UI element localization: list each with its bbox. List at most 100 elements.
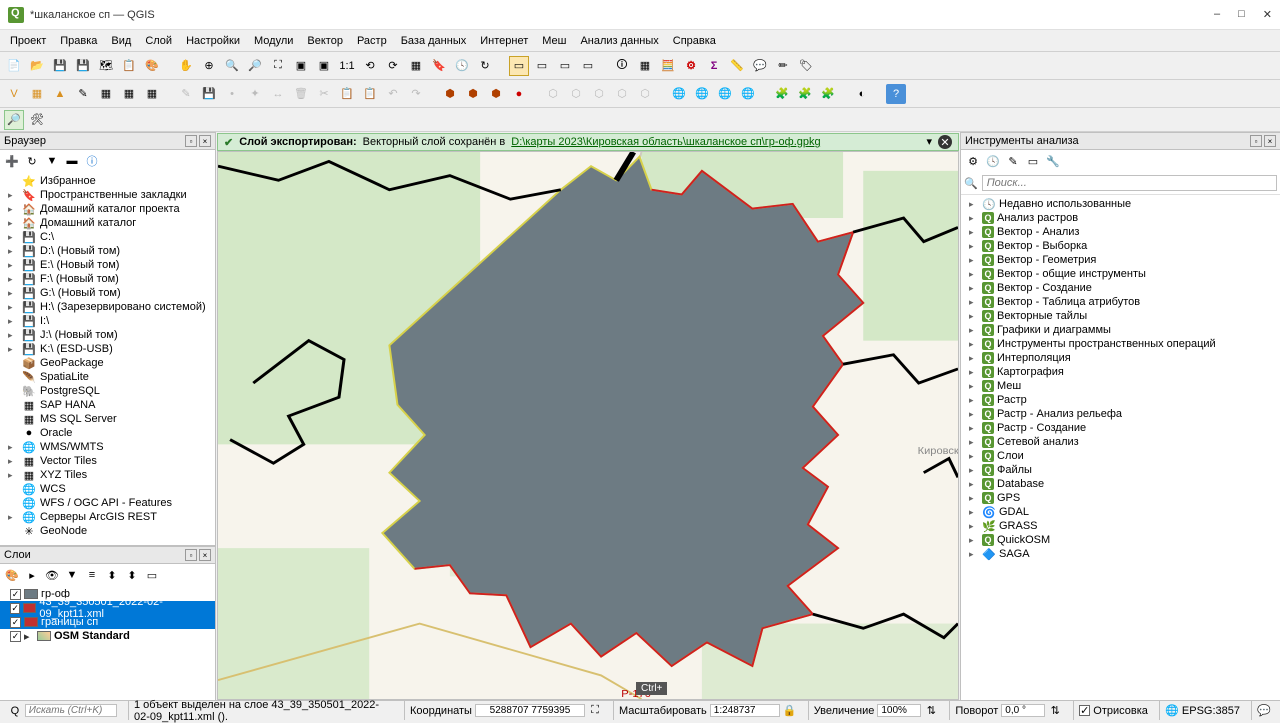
proc-history-icon[interactable]: 🕓 [985, 153, 1001, 169]
pan-selection-icon[interactable]: ⊕ [199, 56, 219, 76]
zoom-last-icon[interactable]: ⟲ [360, 56, 380, 76]
plugin-3-icon[interactable]: ⬢ [486, 84, 506, 104]
copy-icon[interactable]: 📋 [337, 84, 357, 104]
map-tips-icon[interactable]: 💬 [750, 56, 770, 76]
props-icon[interactable]: ⓘ [84, 153, 100, 169]
undock-icon[interactable]: ▫ [185, 135, 197, 147]
layer-style-icon[interactable]: 🎨 [4, 567, 20, 583]
temporal-icon[interactable]: 🕓 [452, 56, 472, 76]
stats-icon[interactable]: Σ [704, 56, 724, 76]
help-icon[interactable]: ? [886, 84, 906, 104]
zoom-out-icon[interactable]: 🔎 [245, 56, 265, 76]
scale-input[interactable] [710, 704, 780, 717]
processing-item[interactable]: ▸QРастр [961, 393, 1280, 407]
new-view-icon[interactable]: ▦ [406, 56, 426, 76]
browser-item[interactable]: ▦SAP HANA [0, 398, 215, 412]
browser-item[interactable]: ▸💾H:\ (Зарезервировано системой) [0, 300, 215, 314]
processing-item[interactable]: ▸QQuickOSM [961, 533, 1280, 547]
new-project-icon[interactable]: 📄 [4, 56, 24, 76]
browser-item[interactable]: 🌐WCS [0, 482, 215, 496]
processing-item[interactable]: ▸QИнструменты пространственных операций [961, 337, 1280, 351]
zoom-input[interactable] [877, 704, 921, 717]
browser-item[interactable]: ⭐Избранное [0, 174, 215, 188]
zoom-native-icon[interactable]: 1:1 [337, 56, 357, 76]
coord-input[interactable] [475, 704, 585, 717]
minimize-button[interactable]: – [1214, 8, 1220, 21]
open-project-icon[interactable]: 📂 [27, 56, 47, 76]
processing-item[interactable]: ▸QСетевой анализ [961, 435, 1280, 449]
processing-search-input[interactable] [982, 175, 1277, 191]
close-panel-icon[interactable]: × [199, 135, 211, 147]
add-vector-icon[interactable]: V [4, 84, 24, 104]
zoom-spinner-icon[interactable]: ⇅ [924, 704, 938, 718]
processing-item[interactable]: ▸QФайлы [961, 463, 1280, 477]
save-as-icon[interactable]: 💾 [73, 56, 93, 76]
menu-проект[interactable]: Проект [4, 33, 52, 49]
proc-edit-icon[interactable]: ✎ [1005, 153, 1021, 169]
web-1-icon[interactable]: 🌐 [669, 84, 689, 104]
filter-browser-icon[interactable]: ▼ [44, 153, 60, 169]
processing-item[interactable]: ▸QРастр - Создание [961, 421, 1280, 435]
processing-item[interactable]: ▸QИнтерполяция [961, 351, 1280, 365]
processing-item[interactable]: ▸QВектор - Анализ [961, 225, 1280, 239]
edit-toggle-icon[interactable]: ✎ [176, 84, 196, 104]
menu-вид[interactable]: Вид [105, 33, 137, 49]
maximize-button[interactable]: □ [1238, 8, 1245, 21]
select-value-icon[interactable]: ▭ [532, 56, 552, 76]
label-icon[interactable]: 🏷 [796, 56, 816, 76]
browser-item[interactable]: ▸💾J:\ (Новый том) [0, 328, 215, 342]
undock-proc-icon[interactable]: ▫ [1250, 135, 1262, 147]
plugin-d-icon[interactable]: ◐ [852, 84, 872, 104]
shape-5-icon[interactable]: ⬡ [635, 84, 655, 104]
field-calc-icon[interactable]: 🧮 [658, 56, 678, 76]
shape-2-icon[interactable]: ⬡ [566, 84, 586, 104]
rotation-input[interactable] [1001, 704, 1045, 717]
message-more-icon[interactable]: ▾ [926, 135, 932, 149]
layer-row[interactable]: ✓▸OSM Standard [0, 629, 215, 643]
layer-row[interactable]: ✓43_39_350501_2022-02-09_kpt11.xml [0, 601, 215, 615]
processing-item[interactable]: ▸QРастр - Анализ рельефа [961, 407, 1280, 421]
scale-lock-icon[interactable]: 🔒 [783, 704, 797, 718]
deselect-icon[interactable]: ▭ [555, 56, 575, 76]
add-delimited-icon[interactable]: ✎ [73, 84, 93, 104]
browser-item[interactable]: ▦MS SQL Server [0, 412, 215, 426]
undock-layers-icon[interactable]: ▫ [185, 549, 197, 561]
processing-item[interactable]: ▸QВектор - Таблица атрибутов [961, 295, 1280, 309]
browser-item[interactable]: ▸🌐WMS/WMTS [0, 440, 215, 454]
processing-item[interactable]: ▸QВектор - Выборка [961, 239, 1280, 253]
plugin-2-icon[interactable]: ⬢ [463, 84, 483, 104]
browser-item[interactable]: ▸💾G:\ (Новый том) [0, 286, 215, 300]
locator-input[interactable] [25, 704, 117, 717]
browser-item[interactable]: ▸🔖Пространственные закладки [0, 188, 215, 202]
layout-manager-icon[interactable]: 📋 [119, 56, 139, 76]
processing-item[interactable]: ▸QКартография [961, 365, 1280, 379]
processing-tree[interactable]: ▸🕓Недавно использованные▸QАнализ растров… [961, 195, 1280, 700]
osm-download-icon[interactable]: 🛠 [27, 110, 47, 130]
browser-item[interactable]: ✳GeoNode [0, 524, 215, 538]
save-icon[interactable]: 💾 [50, 56, 70, 76]
log-icon[interactable]: 💬 [1257, 704, 1271, 718]
browser-item[interactable]: ▸🌐Серверы ArcGIS REST [0, 510, 215, 524]
menu-меш[interactable]: Меш [536, 33, 572, 49]
map-canvas[interactable]: Кировск Р-176 Ctrl+ [217, 151, 959, 700]
move-feature-icon[interactable]: ↔ [268, 84, 288, 104]
menu-анализ данных[interactable]: Анализ данных [574, 33, 664, 49]
browser-item[interactable]: ▸🏠Домашний каталог проекта [0, 202, 215, 216]
close-button[interactable]: ✕ [1263, 8, 1272, 21]
plugin-1-icon[interactable]: ⬢ [440, 84, 460, 104]
browser-item[interactable]: ▸💾F:\ (Новый том) [0, 272, 215, 286]
layer-remove-icon[interactable]: ▭ [144, 567, 160, 583]
browser-item[interactable]: 🌐WFS / OGC API - Features [0, 496, 215, 510]
menu-настройки[interactable]: Настройки [180, 33, 246, 49]
menu-правка[interactable]: Правка [54, 33, 103, 49]
shape-3-icon[interactable]: ⬡ [589, 84, 609, 104]
web-2-icon[interactable]: 🌐 [692, 84, 712, 104]
add-virtual-icon[interactable]: ▦ [142, 84, 162, 104]
style-manager-icon[interactable]: 🎨 [142, 56, 162, 76]
zoom-full-icon[interactable]: ⛶ [268, 56, 288, 76]
menu-интернет[interactable]: Интернет [474, 33, 534, 49]
identify-icon[interactable]: 🛈 [612, 56, 632, 76]
layout-icon[interactable]: 🗺 [96, 56, 116, 76]
plugin-a-icon[interactable]: 🧩 [772, 84, 792, 104]
browser-item[interactable]: 📦GeoPackage [0, 356, 215, 370]
